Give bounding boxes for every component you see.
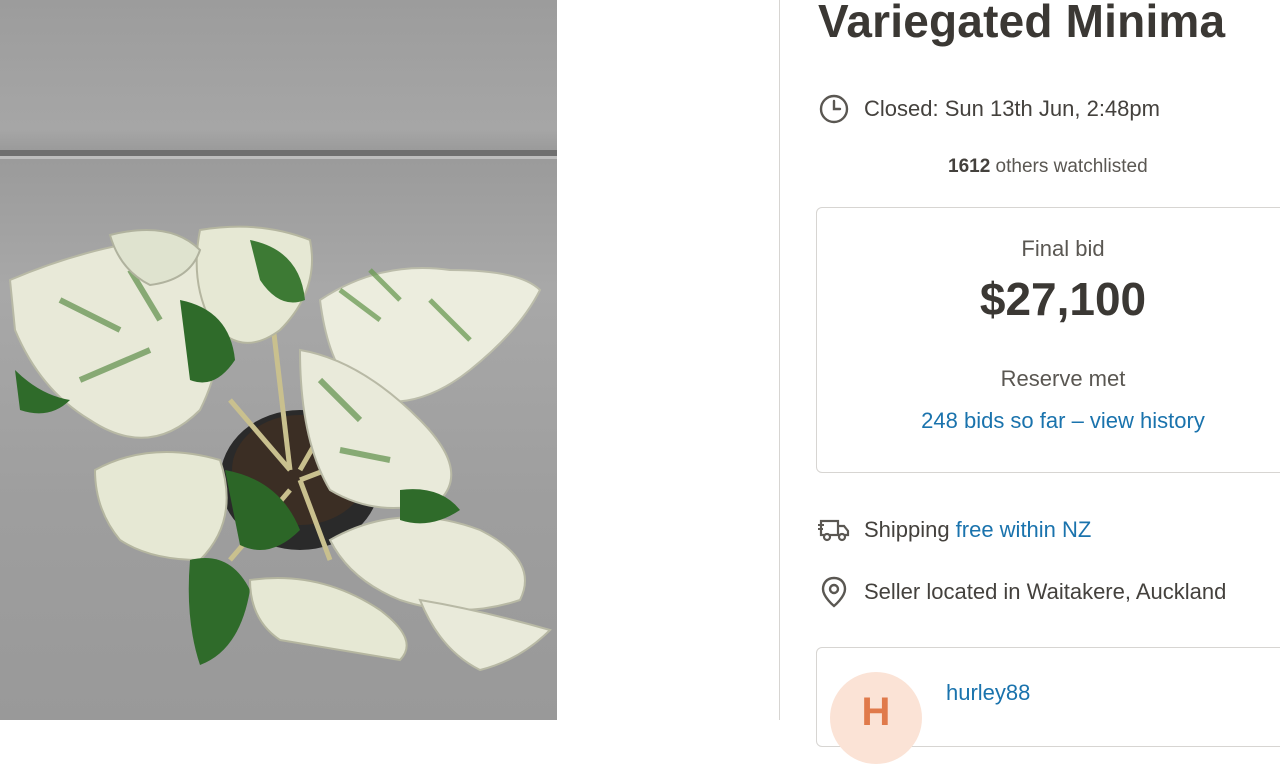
listing-photo[interactable] — [0, 0, 557, 720]
listing-title: Variegated Minima — [818, 0, 1226, 47]
bid-history-link[interactable]: 248 bids so far – view history — [817, 408, 1280, 434]
plant-image — [0, 150, 557, 672]
final-bid-label: Final bid — [1021, 236, 1105, 261]
seller-avatar[interactable]: H — [830, 672, 922, 764]
reserve-status: Reserve met — [1000, 366, 1126, 391]
location-pin-icon — [818, 576, 850, 608]
shipping-row: Shipping free within NZ — [818, 514, 1091, 546]
closed-date: Closed: Sun 13th Jun, 2:48pm — [864, 96, 1160, 121]
final-bid-amount: $27,100 — [979, 273, 1147, 325]
column-divider — [779, 0, 780, 720]
closed-row: Closed: Sun 13th Jun, 2:48pm — [818, 93, 1160, 125]
location-row: Seller located in Waitakere, Auckland — [818, 576, 1226, 608]
watchlist-count: 1612 others watchlisted — [948, 156, 1148, 178]
shipping-link[interactable]: free within NZ — [956, 517, 1092, 543]
bid-summary-box: Final bid $27,100 Reserve met 248 bids s… — [816, 207, 1280, 473]
seller-name-link[interactable]: hurley88 — [946, 680, 1030, 706]
watch-count-number: 1612 — [948, 156, 991, 177]
watch-count-suffix: others watchlisted — [990, 156, 1148, 177]
shipping-label: Shipping — [864, 517, 950, 542]
seller-location: Seller located in Waitakere, Auckland — [864, 579, 1227, 604]
clock-icon — [818, 93, 850, 125]
delivery-truck-icon — [818, 514, 850, 546]
